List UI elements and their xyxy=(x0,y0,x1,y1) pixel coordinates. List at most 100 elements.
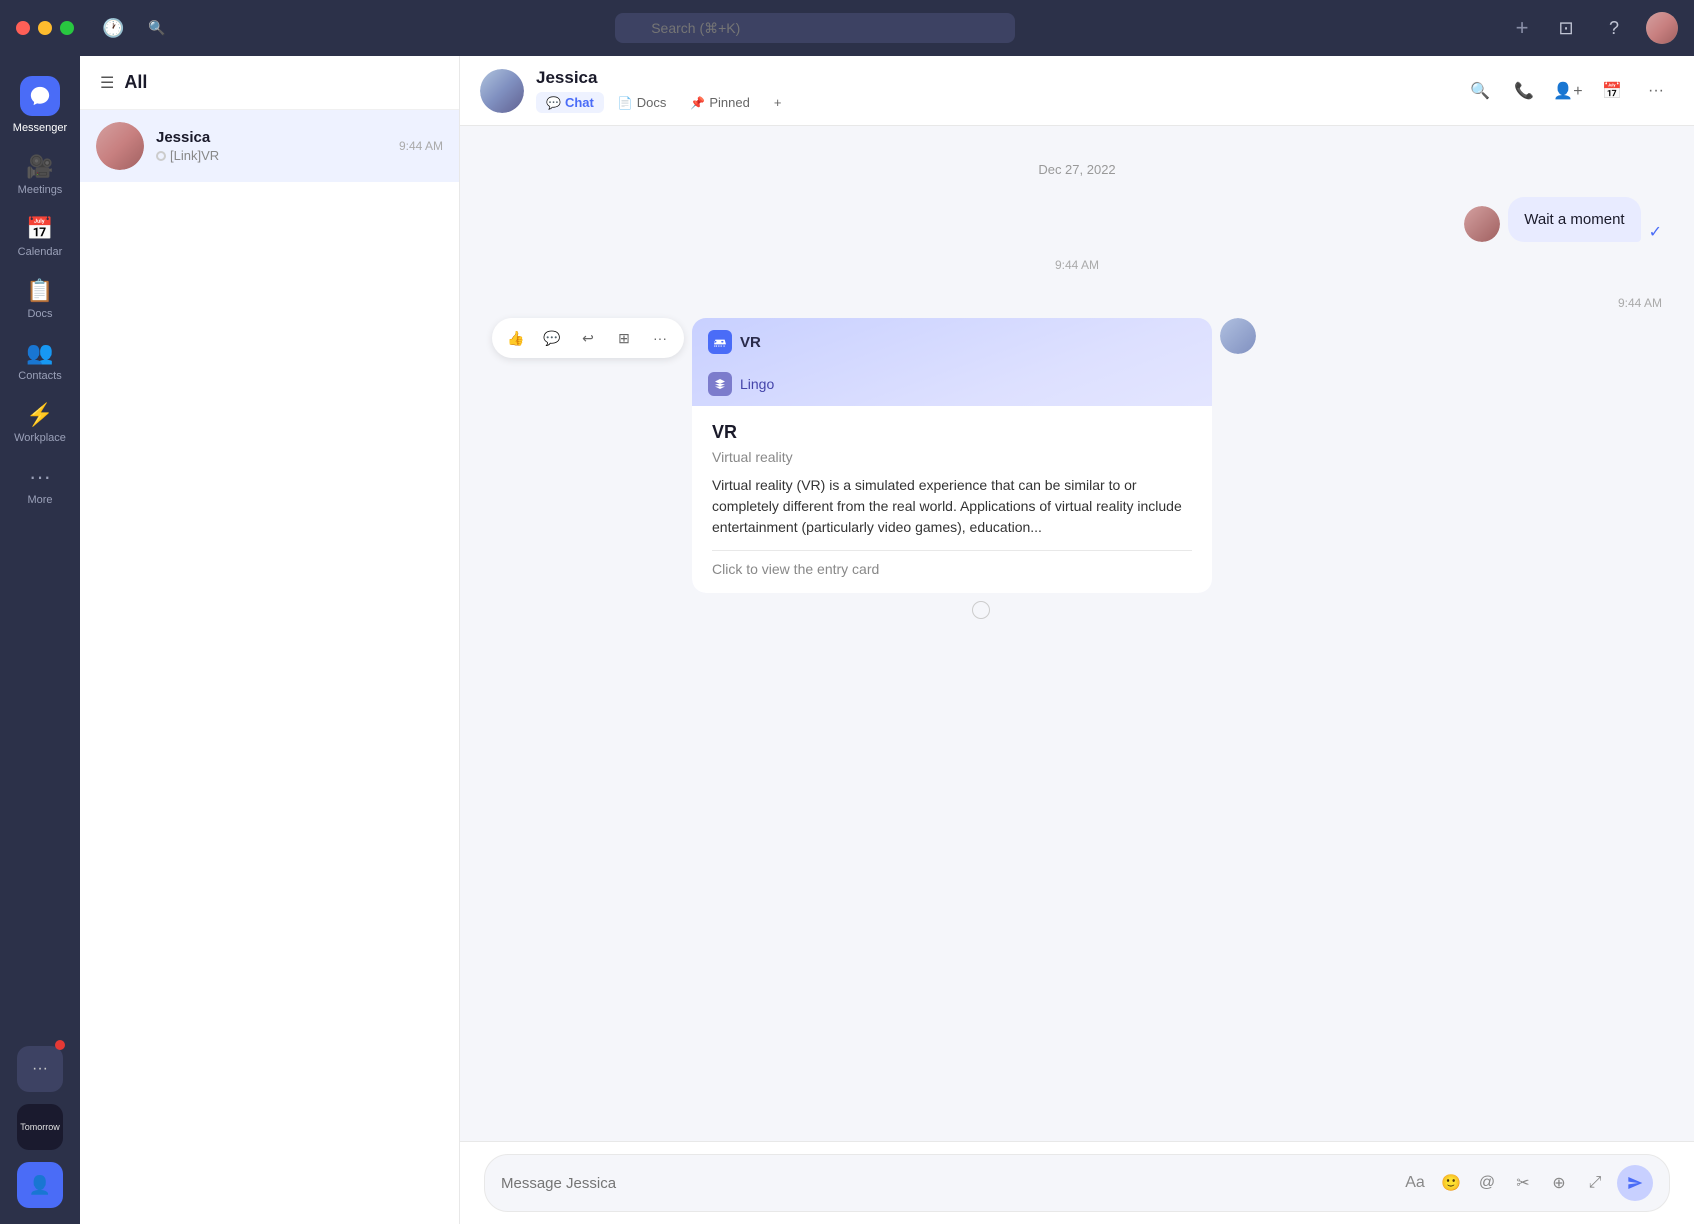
new-chat-button[interactable]: + xyxy=(1506,12,1538,44)
date-divider: Dec 27, 2022 xyxy=(492,162,1662,177)
chat-tab-icon: 💬 xyxy=(546,96,561,110)
search-wrapper: 🔍 xyxy=(136,13,1494,43)
message-bubble: Wait a moment xyxy=(1508,197,1640,242)
vr-card-description: Virtual reality (VR) is a simulated expe… xyxy=(712,475,1192,538)
conv-name: Jessica xyxy=(156,129,387,146)
maximize-button[interactable] xyxy=(60,21,74,35)
sidebar-item-label-docs: Docs xyxy=(27,308,52,320)
call-button[interactable]: 📞 xyxy=(1506,73,1542,109)
sidebar-item-label-meetings: Meetings xyxy=(18,184,63,196)
meetings-icon: 🎥 xyxy=(26,154,53,180)
mention-icon[interactable]: @ xyxy=(1473,1169,1501,1197)
sidebar-item-label-contacts: Contacts xyxy=(18,370,61,382)
contacts-icon: 👥 xyxy=(26,340,53,366)
tomorrow-app[interactable]: Tomorrow xyxy=(17,1104,63,1150)
received-message-group: 9:44 AM 👍 💬 ↩ ⊞ ··· xyxy=(492,288,1662,619)
message-time: 9:44 AM xyxy=(1618,296,1662,310)
filter-icon: ☰ xyxy=(100,73,114,93)
sidebar-item-label-messenger: Messenger xyxy=(13,122,67,134)
message-row-with-actions: 👍 💬 ↩ ⊞ ··· xyxy=(492,318,1256,593)
input-tools: Aa 🙂 @ ✂ ⊕ ⤢ xyxy=(1401,1165,1653,1201)
message-actions-toolbar: 👍 💬 ↩ ⊞ ··· xyxy=(492,318,684,358)
conv-time: 9:44 AM xyxy=(399,139,443,153)
card-divider xyxy=(712,550,1192,551)
minimize-button[interactable] xyxy=(38,21,52,35)
reply-action[interactable]: 💬 xyxy=(536,322,568,354)
sidebar-item-contacts[interactable]: 👥 Contacts xyxy=(6,332,74,390)
docs-icon: 📋 xyxy=(26,278,53,304)
user-profile-button[interactable]: 👤 xyxy=(17,1162,63,1208)
chat-header: Jessica 💬 Chat 📄 Docs 📌 Pinned xyxy=(460,56,1694,126)
message-input-wrapper: Aa 🙂 @ ✂ ⊕ ⤢ xyxy=(484,1154,1670,1212)
search-icon: 🔍 xyxy=(148,20,165,37)
add-tab-label: + xyxy=(774,95,782,110)
screen-share-icon[interactable]: ⊡ xyxy=(1550,12,1582,44)
history-icon[interactable]: 🕐 xyxy=(102,18,124,39)
chat-header-actions: 🔍 📞 👤+ 📅 ··· xyxy=(1462,73,1674,109)
avatar xyxy=(96,122,144,170)
conversations-panel: ☰ All Jessica [Link]VR 9:44 AM xyxy=(80,56,460,1224)
avatar xyxy=(1220,318,1256,354)
emoji-icon[interactable]: 🙂 xyxy=(1437,1169,1465,1197)
vr-card[interactable]: VR Lingo VR Virtual rea xyxy=(692,318,1212,593)
vr-card-link[interactable]: Click to view the entry card xyxy=(712,561,1192,577)
chat-contact-name: Jessica xyxy=(536,68,1450,88)
sidebar-item-workplace[interactable]: ⚡ Workplace xyxy=(6,394,74,452)
tab-add[interactable]: + xyxy=(764,92,792,113)
chat-tabs: 💬 Chat 📄 Docs 📌 Pinned + xyxy=(536,92,1450,113)
sidebar-item-meetings[interactable]: 🎥 Meetings xyxy=(6,146,74,204)
tab-docs-label: Docs xyxy=(637,95,667,110)
tab-chat-label: Chat xyxy=(565,95,594,110)
sidebar-item-messenger[interactable]: Messenger xyxy=(6,68,74,142)
grid-action[interactable]: ⊞ xyxy=(608,322,640,354)
conv-preview-text: [Link]VR xyxy=(170,148,219,163)
conv-info: Jessica [Link]VR xyxy=(156,129,387,163)
conversations-header: ☰ All xyxy=(80,56,459,110)
calendar-icon: 📅 xyxy=(26,216,53,242)
vr-card-definition: Virtual reality xyxy=(712,449,1192,465)
time-divider: 9:44 AM xyxy=(492,258,1662,272)
workplace-icon: ⚡ xyxy=(26,402,53,428)
user-icon: 👤 xyxy=(29,1175,51,1196)
check-icon: ✓ xyxy=(1649,222,1662,242)
more-options-button[interactable]: ··· xyxy=(1638,73,1674,109)
message-input[interactable] xyxy=(501,1175,1391,1192)
sidebar-item-label-more: More xyxy=(27,494,52,506)
tab-pinned[interactable]: 📌 Pinned xyxy=(680,92,759,113)
table-row: ✓ Wait a moment xyxy=(492,197,1662,242)
sidebar-item-calendar[interactable]: 📅 Calendar xyxy=(6,208,74,266)
help-icon[interactable]: ? xyxy=(1598,12,1630,44)
tab-docs[interactable]: 📄 Docs xyxy=(608,92,677,113)
send-button[interactable] xyxy=(1617,1165,1653,1201)
expand-icon[interactable]: ⤢ xyxy=(1581,1169,1609,1197)
add-attachment-icon[interactable]: ⊕ xyxy=(1545,1169,1573,1197)
search-input[interactable] xyxy=(615,13,1015,43)
input-area: Aa 🙂 @ ✂ ⊕ ⤢ xyxy=(460,1141,1694,1224)
chat-contact-avatar xyxy=(480,69,524,113)
search-chat-button[interactable]: 🔍 xyxy=(1462,73,1498,109)
tab-chat[interactable]: 💬 Chat xyxy=(536,92,604,113)
add-member-button[interactable]: 👤+ xyxy=(1550,73,1586,109)
titlebar-actions: ⊡ ? xyxy=(1550,12,1678,44)
scissors-icon[interactable]: ✂ xyxy=(1509,1169,1537,1197)
like-action[interactable]: 👍 xyxy=(500,322,532,354)
status-dot xyxy=(156,151,166,161)
sidebar-item-docs[interactable]: 📋 Docs xyxy=(6,270,74,328)
messenger-icon xyxy=(20,76,60,116)
font-size-icon[interactable]: Aa xyxy=(1401,1169,1429,1197)
vr-card-icon xyxy=(708,330,732,354)
sidebar-item-label-calendar: Calendar xyxy=(18,246,63,258)
list-item[interactable]: Jessica [Link]VR 9:44 AM xyxy=(80,110,459,182)
close-button[interactable] xyxy=(16,21,30,35)
more-action[interactable]: ··· xyxy=(644,322,676,354)
calendar-button[interactable]: 📅 xyxy=(1594,73,1630,109)
chat-button[interactable]: ··· xyxy=(17,1046,63,1092)
sidebar-item-label-workplace: Workplace xyxy=(14,432,66,444)
forward-action[interactable]: ↩ xyxy=(572,322,604,354)
read-indicator xyxy=(972,601,990,619)
vr-card-body: VR Virtual reality Virtual reality (VR) … xyxy=(692,406,1212,593)
sidebar-item-more[interactable]: ··· More xyxy=(6,456,74,514)
sidebar: Messenger 🎥 Meetings 📅 Calendar 📋 Docs 👥… xyxy=(0,56,80,1224)
tomorrow-label: Tomorrow xyxy=(20,1122,60,1132)
user-avatar[interactable] xyxy=(1646,12,1678,44)
